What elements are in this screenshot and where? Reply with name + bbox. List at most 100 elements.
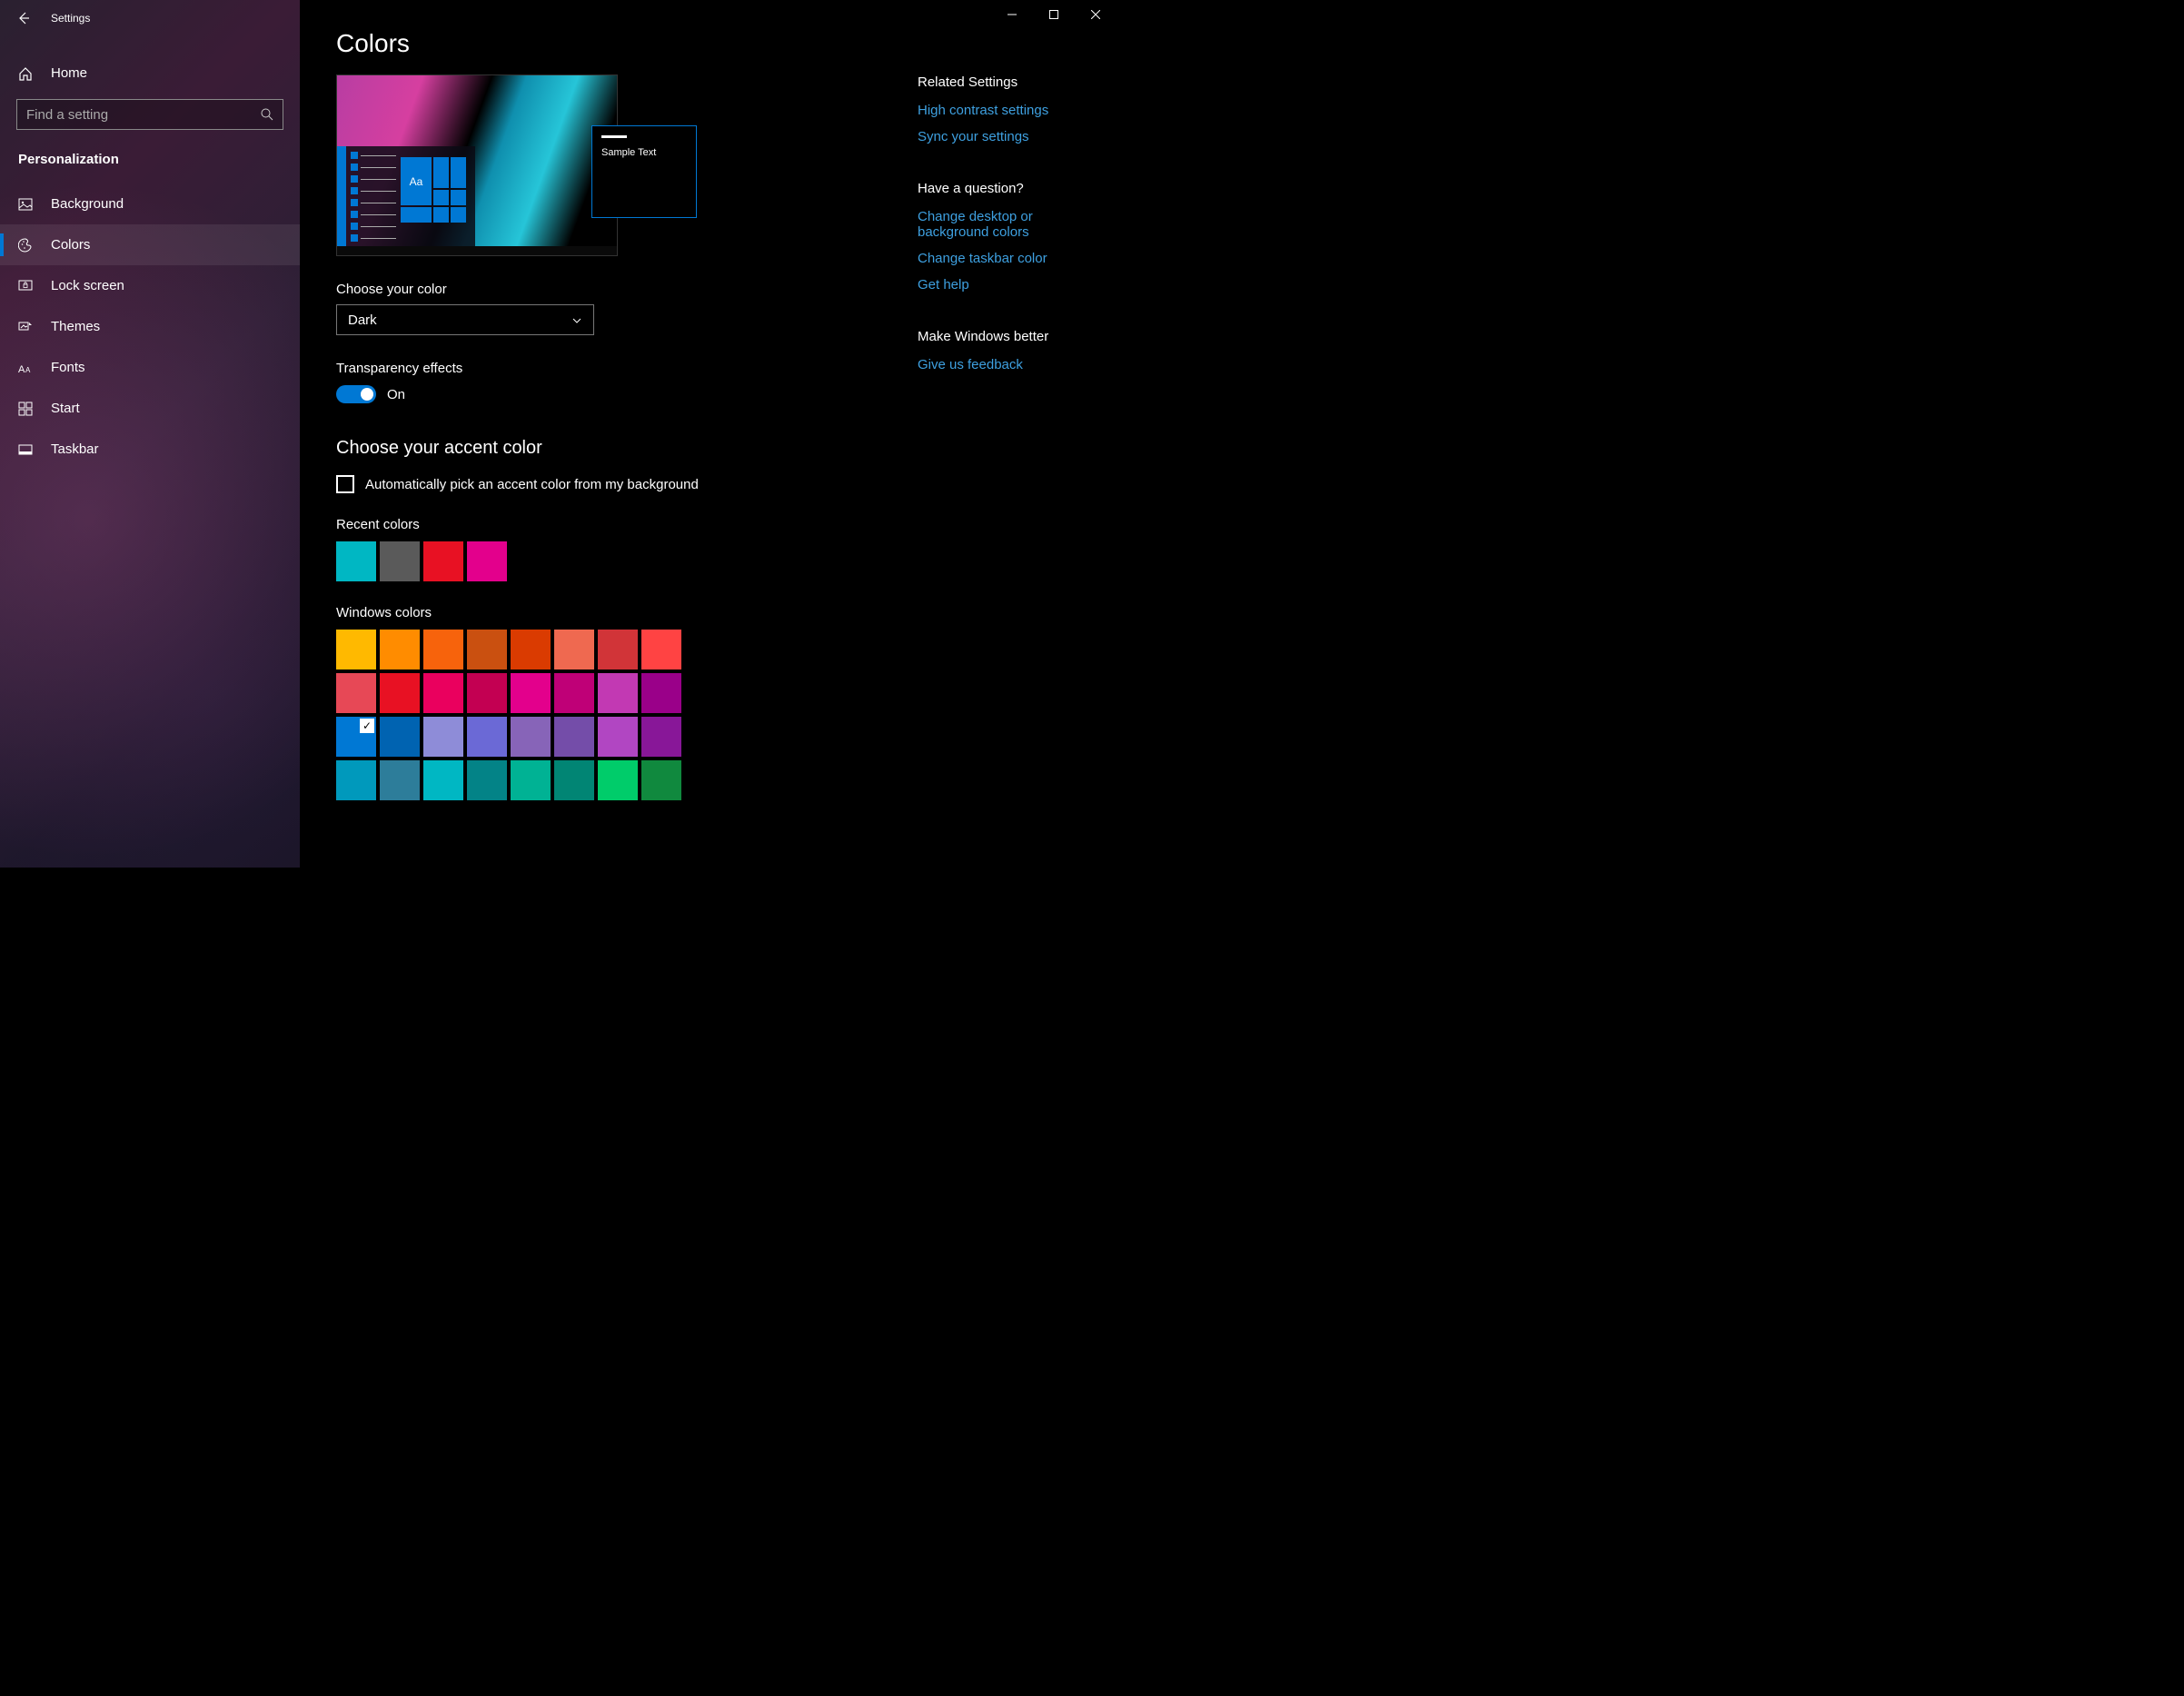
right-sidebar: Related Settings High contrast settings … bbox=[918, 74, 1080, 800]
preview-start-menu: Aa bbox=[337, 146, 475, 255]
close-button[interactable] bbox=[1075, 0, 1117, 29]
svg-text:A: A bbox=[18, 364, 25, 375]
chevron-down-icon bbox=[571, 314, 582, 325]
minimize-icon bbox=[1008, 10, 1017, 19]
maximize-button[interactable] bbox=[1033, 0, 1075, 29]
windows-color-swatch[interactable] bbox=[467, 717, 507, 757]
search-field[interactable] bbox=[16, 99, 283, 130]
windows-color-swatch[interactable] bbox=[641, 760, 681, 800]
minimize-button[interactable] bbox=[991, 0, 1033, 29]
related-settings-heading: Related Settings bbox=[918, 74, 1080, 90]
start-grid-icon bbox=[18, 402, 33, 416]
link-sync-settings[interactable]: Sync your settings bbox=[918, 129, 1080, 144]
windows-color-swatch[interactable] bbox=[641, 630, 681, 669]
lock-screen-icon bbox=[18, 279, 33, 293]
windows-color-swatch[interactable] bbox=[380, 717, 420, 757]
link-get-help[interactable]: Get help bbox=[918, 277, 1080, 293]
windows-color-swatch[interactable] bbox=[511, 760, 551, 800]
windows-color-swatch[interactable] bbox=[423, 717, 463, 757]
themes-icon bbox=[18, 320, 33, 334]
windows-color-swatch[interactable] bbox=[423, 673, 463, 713]
sidebar-item-label: Background bbox=[51, 196, 124, 212]
auto-pick-checkbox-row[interactable]: Automatically pick an accent color from … bbox=[336, 475, 863, 493]
windows-color-swatch[interactable] bbox=[511, 717, 551, 757]
link-change-taskbar[interactable]: Change taskbar color bbox=[918, 251, 1080, 266]
sidebar-item-label: Themes bbox=[51, 319, 100, 334]
search-input[interactable] bbox=[26, 107, 261, 123]
back-button[interactable] bbox=[15, 9, 33, 27]
sidebar-item-label: Colors bbox=[51, 237, 90, 253]
recent-color-swatch[interactable] bbox=[336, 541, 376, 581]
windows-color-swatch[interactable] bbox=[598, 760, 638, 800]
taskbar-icon bbox=[18, 442, 33, 457]
windows-color-swatch[interactable] bbox=[336, 717, 376, 757]
main-content: Colors Sample Text bbox=[300, 0, 1117, 868]
recent-color-swatch[interactable] bbox=[467, 541, 507, 581]
accent-heading: Choose your accent color bbox=[336, 438, 863, 459]
choose-color-dropdown[interactable]: Dark bbox=[336, 304, 594, 335]
windows-color-swatch[interactable] bbox=[423, 630, 463, 669]
choose-color-value: Dark bbox=[348, 312, 377, 328]
windows-color-swatch[interactable] bbox=[336, 630, 376, 669]
windows-color-swatch[interactable] bbox=[511, 630, 551, 669]
link-high-contrast[interactable]: High contrast settings bbox=[918, 103, 1080, 118]
windows-color-swatch[interactable] bbox=[380, 630, 420, 669]
sidebar-item-background[interactable]: Background bbox=[0, 183, 300, 224]
recent-color-swatch[interactable] bbox=[380, 541, 420, 581]
sidebar-item-start[interactable]: Start bbox=[0, 388, 300, 429]
windows-color-swatch[interactable] bbox=[554, 630, 594, 669]
sidebar-item-label: Fonts bbox=[51, 360, 85, 375]
windows-color-swatch[interactable] bbox=[598, 630, 638, 669]
windows-color-swatch[interactable] bbox=[554, 673, 594, 713]
preview-sample-text: Sample Text bbox=[601, 147, 687, 158]
windows-color-swatch[interactable] bbox=[467, 673, 507, 713]
link-change-background[interactable]: Change desktop or background colors bbox=[918, 209, 1080, 240]
auto-pick-checkbox[interactable] bbox=[336, 475, 354, 493]
sidebar-item-label: Lock screen bbox=[51, 278, 124, 293]
transparency-toggle[interactable] bbox=[336, 385, 376, 403]
home-icon bbox=[18, 66, 33, 81]
sidebar-item-colors[interactable]: Colors bbox=[0, 224, 300, 265]
windows-color-swatch[interactable] bbox=[336, 760, 376, 800]
better-heading: Make Windows better bbox=[918, 329, 1080, 344]
page-title: Colors bbox=[336, 29, 1080, 58]
search-icon bbox=[261, 108, 273, 121]
auto-pick-label: Automatically pick an accent color from … bbox=[365, 477, 699, 492]
windows-color-swatch[interactable] bbox=[641, 673, 681, 713]
sidebar-item-fonts[interactable]: AA Fonts bbox=[0, 347, 300, 388]
fonts-icon: AA bbox=[18, 361, 33, 375]
windows-color-swatch[interactable] bbox=[336, 673, 376, 713]
windows-color-swatch[interactable] bbox=[598, 673, 638, 713]
recent-colors-grid bbox=[336, 541, 863, 581]
recent-colors-label: Recent colors bbox=[336, 517, 863, 532]
link-feedback[interactable]: Give us feedback bbox=[918, 357, 1080, 372]
windows-color-swatch[interactable] bbox=[641, 717, 681, 757]
back-arrow-icon bbox=[16, 11, 31, 25]
windows-color-swatch[interactable] bbox=[467, 760, 507, 800]
sidebar-item-lock-screen[interactable]: Lock screen bbox=[0, 265, 300, 306]
preview-tile-text: Aa bbox=[401, 157, 432, 205]
home-nav[interactable]: Home bbox=[0, 55, 300, 92]
question-heading: Have a question? bbox=[918, 181, 1080, 196]
windows-color-swatch[interactable] bbox=[380, 760, 420, 800]
sidebar-item-label: Taskbar bbox=[51, 441, 99, 457]
windows-color-swatch[interactable] bbox=[598, 717, 638, 757]
windows-colors-grid bbox=[336, 630, 863, 800]
windows-color-swatch[interactable] bbox=[380, 673, 420, 713]
app-title: Settings bbox=[51, 12, 90, 25]
palette-icon bbox=[18, 238, 33, 253]
sidebar: Settings Home Personalization bbox=[0, 0, 300, 868]
windows-color-swatch[interactable] bbox=[423, 760, 463, 800]
windows-color-swatch[interactable] bbox=[511, 673, 551, 713]
transparency-label: Transparency effects bbox=[336, 361, 863, 376]
recent-color-swatch[interactable] bbox=[423, 541, 463, 581]
sidebar-item-themes[interactable]: Themes bbox=[0, 306, 300, 347]
windows-color-swatch[interactable] bbox=[554, 760, 594, 800]
maximize-icon bbox=[1049, 10, 1058, 19]
sidebar-item-taskbar[interactable]: Taskbar bbox=[0, 429, 300, 470]
windows-color-swatch[interactable] bbox=[467, 630, 507, 669]
close-icon bbox=[1091, 10, 1100, 19]
windows-colors-label: Windows colors bbox=[336, 605, 863, 620]
choose-color-label: Choose your color bbox=[336, 282, 863, 297]
windows-color-swatch[interactable] bbox=[554, 717, 594, 757]
